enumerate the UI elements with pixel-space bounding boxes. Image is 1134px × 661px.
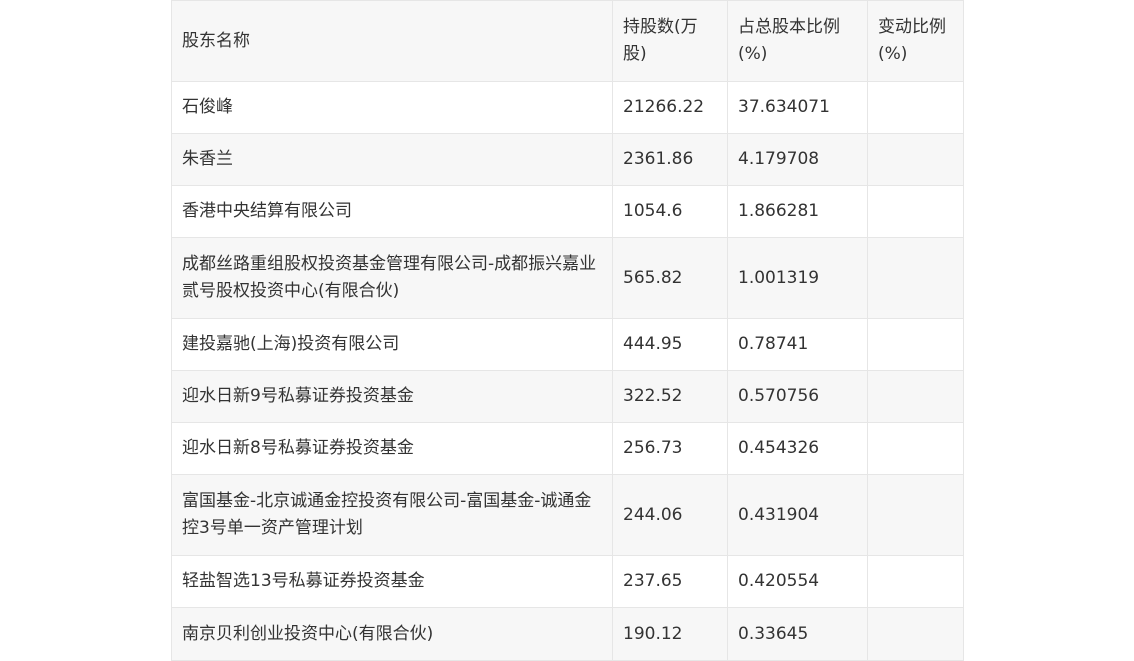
cell-name: 南京贝利创业投资中心(有限合伙) bbox=[171, 607, 613, 661]
cell-ratio: 0.420554 bbox=[727, 555, 868, 608]
cell-name: 迎水日新8号私募证券投资基金 bbox=[171, 422, 613, 475]
header-shares: 持股数(万股) bbox=[612, 0, 728, 82]
table-row: 朱香兰 2361.86 4.179708 bbox=[171, 133, 964, 186]
table-header-row: 股东名称 持股数(万股) 占总股本比例(%) 变动比例(%) bbox=[171, 0, 964, 82]
table-row: 轻盐智选13号私募证券投资基金 237.65 0.420554 bbox=[171, 555, 964, 608]
cell-change bbox=[867, 474, 964, 556]
header-change: 变动比例(%) bbox=[867, 0, 964, 82]
cell-name: 香港中央结算有限公司 bbox=[171, 185, 613, 238]
table-row: 富国基金-北京诚通金控投资有限公司-富国基金-诚通金控3号单一资产管理计划 24… bbox=[171, 474, 964, 556]
cell-shares: 244.06 bbox=[612, 474, 728, 556]
table-row: 南京贝利创业投资中心(有限合伙) 190.12 0.33645 bbox=[171, 607, 964, 661]
cell-change bbox=[867, 318, 964, 371]
cell-change bbox=[867, 370, 964, 423]
cell-name: 富国基金-北京诚通金控投资有限公司-富国基金-诚通金控3号单一资产管理计划 bbox=[171, 474, 613, 556]
table-row: 迎水日新8号私募证券投资基金 256.73 0.454326 bbox=[171, 422, 964, 475]
cell-shares: 256.73 bbox=[612, 422, 728, 475]
table-row: 迎水日新9号私募证券投资基金 322.52 0.570756 bbox=[171, 370, 964, 423]
cell-change bbox=[867, 607, 964, 661]
cell-ratio: 37.634071 bbox=[727, 81, 868, 134]
cell-name: 石俊峰 bbox=[171, 81, 613, 134]
shareholder-table-container: 股东名称 持股数(万股) 占总股本比例(%) 变动比例(%) 石俊峰 21266… bbox=[171, 0, 964, 661]
header-shareholder-name: 股东名称 bbox=[171, 0, 613, 82]
cell-ratio: 0.33645 bbox=[727, 607, 868, 661]
cell-name: 迎水日新9号私募证券投资基金 bbox=[171, 370, 613, 423]
cell-ratio: 1.001319 bbox=[727, 237, 868, 319]
cell-shares: 444.95 bbox=[612, 318, 728, 371]
cell-change bbox=[867, 555, 964, 608]
header-ratio: 占总股本比例(%) bbox=[727, 0, 868, 82]
cell-name: 建投嘉驰(上海)投资有限公司 bbox=[171, 318, 613, 371]
cell-ratio: 0.570756 bbox=[727, 370, 868, 423]
cell-name: 朱香兰 bbox=[171, 133, 613, 186]
cell-name: 成都丝路重组股权投资基金管理有限公司-成都振兴嘉业贰号股权投资中心(有限合伙) bbox=[171, 237, 613, 319]
cell-shares: 21266.22 bbox=[612, 81, 728, 134]
cell-ratio: 0.454326 bbox=[727, 422, 868, 475]
cell-change bbox=[867, 81, 964, 134]
cell-name: 轻盐智选13号私募证券投资基金 bbox=[171, 555, 613, 608]
shareholder-table: 股东名称 持股数(万股) 占总股本比例(%) 变动比例(%) 石俊峰 21266… bbox=[171, 0, 964, 661]
cell-shares: 565.82 bbox=[612, 237, 728, 319]
table-row: 成都丝路重组股权投资基金管理有限公司-成都振兴嘉业贰号股权投资中心(有限合伙) … bbox=[171, 237, 964, 319]
cell-change bbox=[867, 133, 964, 186]
cell-ratio: 4.179708 bbox=[727, 133, 868, 186]
cell-shares: 237.65 bbox=[612, 555, 728, 608]
cell-shares: 2361.86 bbox=[612, 133, 728, 186]
table-row: 香港中央结算有限公司 1054.6 1.866281 bbox=[171, 185, 964, 238]
table-row: 建投嘉驰(上海)投资有限公司 444.95 0.78741 bbox=[171, 318, 964, 371]
cell-change bbox=[867, 422, 964, 475]
cell-shares: 190.12 bbox=[612, 607, 728, 661]
cell-change bbox=[867, 185, 964, 238]
cell-shares: 1054.6 bbox=[612, 185, 728, 238]
cell-ratio: 0.78741 bbox=[727, 318, 868, 371]
cell-change bbox=[867, 237, 964, 319]
cell-ratio: 0.431904 bbox=[727, 474, 868, 556]
cell-shares: 322.52 bbox=[612, 370, 728, 423]
cell-ratio: 1.866281 bbox=[727, 185, 868, 238]
table-row: 石俊峰 21266.22 37.634071 bbox=[171, 81, 964, 134]
